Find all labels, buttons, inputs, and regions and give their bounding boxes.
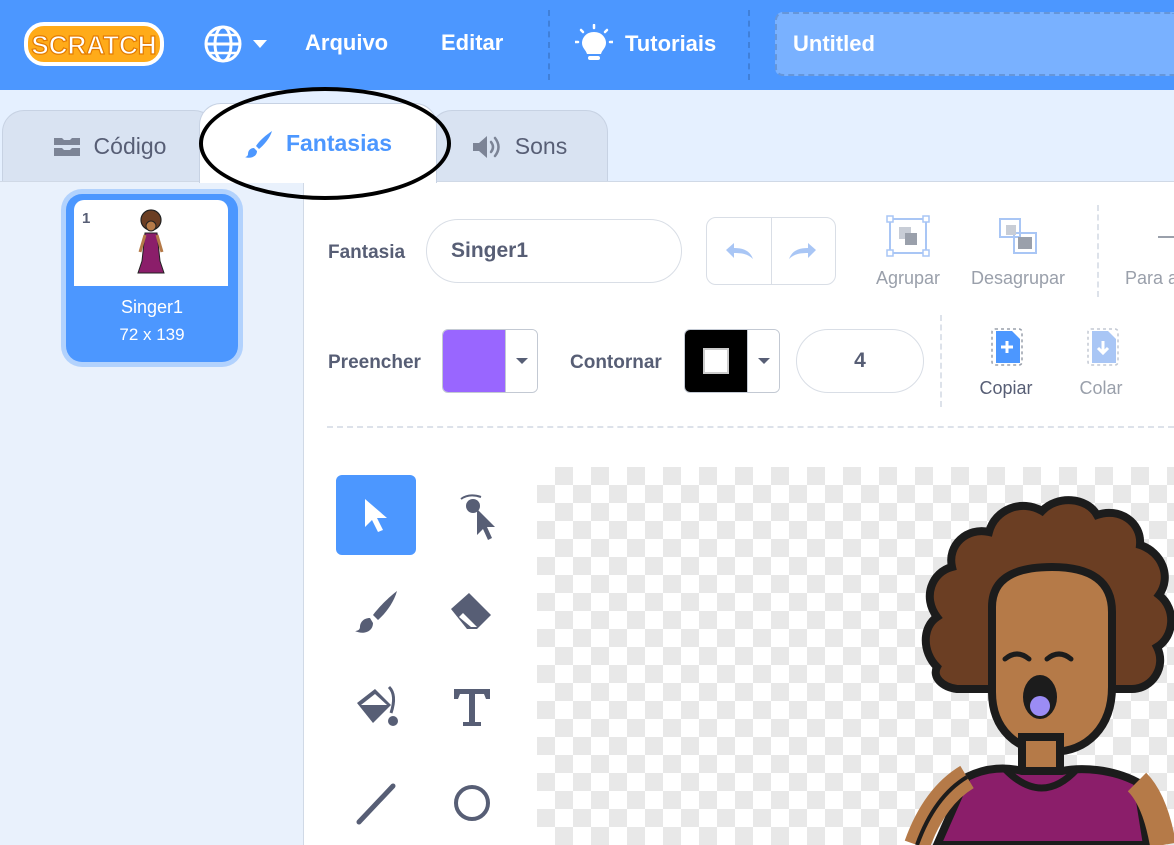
project-title-input[interactable]: Untitled [775,12,1174,76]
group-icon[interactable] [886,215,930,262]
costume-name-label: Fantasia [328,242,406,263]
edit-menu[interactable]: Editar [441,30,503,56]
tutorials-label: Tutoriais [625,31,717,56]
lightbulb-icon [575,24,613,60]
ungroup-label: Desagrupar [970,268,1066,288]
file-menu[interactable]: Arquivo [305,30,388,56]
fill-swatch [443,330,505,392]
outline-label: Contornar [570,352,662,373]
paste-label: Colar [1079,378,1123,398]
costume-name-input[interactable]: Singer1 [426,219,682,283]
menu-bar: SCRATCH Arquivo Editar Tutoriais Untitle… [0,0,1174,90]
paint-bucket-icon [357,685,398,726]
menu-divider [748,10,750,80]
forward-label: Para a [1125,268,1174,288]
arrow-pointer-icon [365,499,387,532]
language-menu[interactable] [203,24,273,64]
fill-tool[interactable] [336,667,416,747]
group-label: Agrupar [875,268,941,288]
caret-down-icon [757,358,770,364]
caret-down-icon [253,40,267,48]
brush-icon [355,591,397,633]
circle-icon [454,785,490,821]
select-tool[interactable] [336,475,416,555]
redo-button[interactable] [770,218,836,284]
costume-number: 1 [82,210,91,227]
tab-code-label: Código [93,133,167,159]
copy-icon[interactable] [990,327,1024,372]
tutorials-button[interactable]: Tutoriais [575,22,716,66]
costume-name: Singer1 [120,297,184,317]
reshape-tool[interactable] [432,475,512,555]
reshape-icon [460,494,495,540]
forward-icon[interactable] [1158,236,1174,238]
line-icon [356,783,396,825]
toolbar-separator [327,426,1174,428]
toolbar-divider [1097,205,1099,297]
outline-color-picker[interactable] [684,329,780,393]
tab-sounds-label: Sons [514,133,568,159]
speaker-icon [472,135,500,158]
outline-swatch [685,330,747,392]
drawing-canvas[interactable] [537,467,1174,845]
toolbar-divider [940,315,942,407]
text-tool[interactable] [432,667,512,747]
tab-sounds[interactable]: Sons [430,110,608,182]
eraser-tool[interactable] [432,571,512,651]
globe-icon [204,25,267,63]
undo-button[interactable] [707,218,771,284]
caret-down-icon [515,358,528,364]
undo-redo-group [706,217,836,285]
fill-label: Preencher [328,352,421,373]
singer-costume-image [904,496,1174,845]
paintbrush-icon [244,130,272,158]
paste-icon[interactable] [1086,327,1120,372]
outline-width-input[interactable]: 4 [796,329,924,393]
eraser-icon [451,593,491,629]
line-tool[interactable] [336,763,416,843]
undo-icon [725,243,753,259]
tab-costumes-label: Fantasias [285,130,393,156]
redo-icon [789,243,817,259]
scratch-logo[interactable]: SCRATCH [24,20,164,68]
fill-color-picker[interactable] [442,329,538,393]
costume-thumbnail [74,200,228,286]
code-blocks-icon [53,137,80,156]
menu-divider [548,10,550,80]
tab-code[interactable]: Código [2,110,216,182]
circle-tool[interactable] [432,763,512,843]
tab-costumes[interactable]: Fantasias [199,103,437,183]
svg-text:SCRATCH: SCRATCH [31,30,156,60]
singer-thumbnail-image [137,209,165,274]
ungroup-icon[interactable] [996,215,1040,262]
fill-caret [505,330,537,392]
costume-size: 72 x 139 [119,325,185,344]
text-icon [454,689,490,726]
brush-tool[interactable] [336,571,416,651]
outline-caret [747,330,779,392]
copy-label: Copiar [979,378,1033,398]
